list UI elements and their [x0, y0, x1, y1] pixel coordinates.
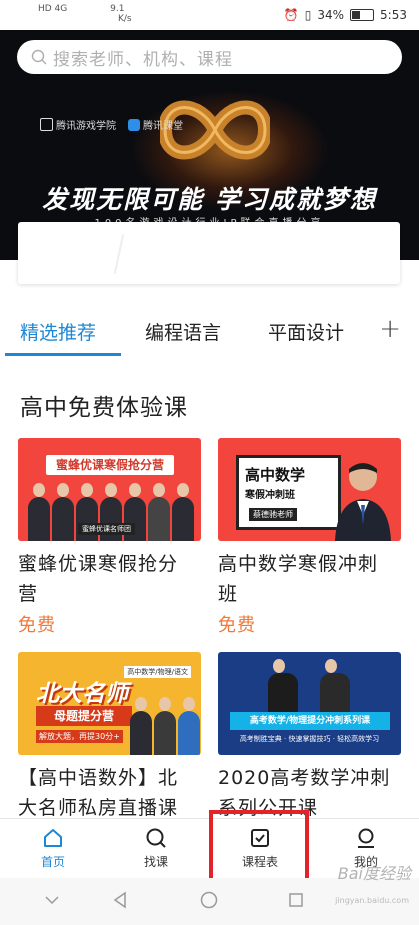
tencent-classroom-logo: 腾讯课堂	[128, 117, 183, 132]
status-right: ⏰ ▯ 34% 5:53	[284, 8, 407, 22]
clock: 5:53	[380, 8, 407, 22]
home-icon	[44, 829, 62, 847]
profile-icon	[358, 828, 374, 848]
banner-title: 发现无限可能 学习成就梦想	[42, 185, 377, 214]
back-icon[interactable]	[112, 891, 128, 909]
watermark: Bai度经验	[337, 864, 411, 883]
tab-featured[interactable]: 精选推荐	[20, 318, 96, 345]
course-thumbnail[interactable]: 高中数学/物理/语文 北大名师 母题提分营 解放大题，再提30分+	[18, 652, 201, 755]
highlight-box	[209, 810, 309, 882]
speed-value: 9.1	[110, 4, 125, 14]
thumb-heading: 蜜蜂优课寒假抢分营	[46, 455, 174, 475]
banner-logos: 腾讯游戏学院 腾讯课堂	[40, 117, 183, 132]
course-price: 免费	[18, 615, 56, 636]
course-title[interactable]: 高中数学寒假冲刺班	[218, 549, 401, 609]
teachers-group	[268, 659, 350, 713]
nav-home[interactable]: 首页	[23, 827, 83, 870]
course-thumbnail[interactable]: 蜜蜂优课寒假抢分营 蜜蜂优课名师团	[18, 438, 201, 541]
speed-unit: K/s	[118, 14, 132, 24]
active-tab-indicator	[5, 353, 121, 356]
tencent-game-academy-logo: 腾讯游戏学院	[40, 117, 116, 132]
thumb-board: 高中数学 寒假冲刺班 蔡德驰老师	[236, 455, 341, 530]
section-title: 高中免费体验课	[20, 395, 188, 421]
thumb-badge: 蜜蜂优课名师团	[78, 523, 135, 535]
chevron-down-icon[interactable]	[44, 894, 60, 906]
home-button-icon[interactable]	[200, 891, 218, 909]
vibrate-icon: ▯	[304, 8, 312, 22]
status-bar: HD 4G 9.1 K/s ⏰ ▯ 34% 5:53	[0, 0, 419, 30]
course-card[interactable]: 高中数学 寒假冲刺班 蔡德驰老师 高中数学寒假冲刺班 免费	[218, 438, 401, 637]
category-tabs: 精选推荐 编程语言 平面设计 +	[0, 310, 419, 358]
nav-find-course[interactable]: 找课	[126, 827, 186, 870]
course-title[interactable]: 蜜蜂优课寒假抢分营	[18, 549, 201, 609]
search-input[interactable]: 搜索老师、机构、课程	[17, 40, 402, 74]
alarm-icon: ⏰	[283, 8, 299, 22]
recents-icon[interactable]	[288, 892, 304, 908]
teachers-group	[130, 697, 200, 755]
tab-graphic-design[interactable]: 平面设计	[268, 318, 344, 345]
course-card[interactable]: 高中数学/物理/语文 北大名师 母题提分营 解放大题，再提30分+ 【高中语数外…	[18, 652, 201, 823]
course-card[interactable]: 高考数学/物理提分冲刺系列课 高考制胜宝典 · 快速掌握技巧 · 轻松高效学习 …	[218, 652, 401, 823]
search-icon	[31, 49, 47, 65]
network-label: HD 4G	[38, 4, 68, 14]
course-thumbnail[interactable]: 高考数学/物理提分冲刺系列课 高考制胜宝典 · 快速掌握技巧 · 轻松高效学习	[218, 652, 401, 755]
nav-home-label: 首页	[40, 855, 65, 869]
course-card[interactable]: 蜜蜂优课寒假抢分营 蜜蜂优课名师团 蜜蜂优课寒假抢分营 免费	[18, 438, 201, 637]
tab-programming[interactable]: 编程语言	[145, 318, 221, 345]
search-icon	[146, 828, 166, 848]
network-indicator: HD 4G 9.1 K/s	[38, 4, 132, 24]
course-thumbnail[interactable]: 高中数学 寒假冲刺班 蔡德驰老师	[218, 438, 401, 541]
banner-info-card[interactable]	[18, 222, 400, 284]
add-tab-icon[interactable]: +	[379, 314, 401, 344]
battery-icon	[350, 9, 375, 21]
search-placeholder: 搜索老师、机构、课程	[53, 49, 233, 70]
nav-find-course-label: 找课	[143, 855, 168, 869]
course-title[interactable]: 【高中语数外】北 大名师私房直播课	[18, 763, 201, 823]
watermark-sub: jingyan.baidu.com	[335, 896, 409, 905]
course-price: 免费	[218, 615, 256, 636]
teacher-photo	[335, 463, 391, 541]
battery-percent: 34%	[317, 8, 345, 22]
